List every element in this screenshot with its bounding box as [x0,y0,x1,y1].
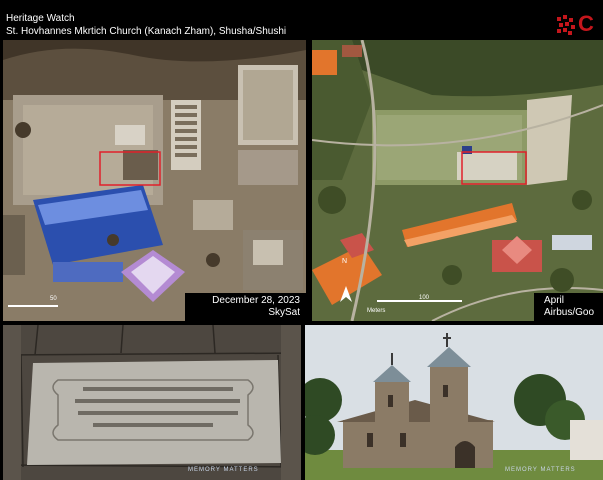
skysat-scene [3,40,306,321]
capture-date: December 28, 2023 [212,295,300,306]
header-bar: Heritage Watch St. Hovhannes Mkrtich Chu… [0,8,603,40]
satellite-image-airbus: N 100 Meters April Airbus/Goo [312,40,603,321]
brand-letter: C [578,14,594,36]
satellite-image-skysat: 50 December 28, 2023 SkySat [3,40,306,321]
header-subtitle: St. Hovhannes Mkrtich Church (Kanach Zha… [6,26,287,37]
image-caption-skysat: December 28, 2023 SkySat [185,293,306,321]
scale-label: 100 [419,295,430,301]
watermark-text: MEMORY MATTERS [188,467,259,473]
watermark-text: MEMORY MATTERS [505,467,576,473]
header-title: Heritage Watch [6,13,75,24]
image-source: SkySat [268,307,300,318]
scale-unit: Meters [367,308,386,314]
image-caption-airbus: April Airbus/Goo [534,293,603,321]
church-scene [305,325,603,480]
image-source: Airbus/Goo [544,307,595,318]
brand-logo: C [556,14,603,36]
north-label: N [342,258,348,265]
scale-label: 50 [50,296,57,302]
capture-date: April [544,295,565,306]
photo-church-exterior: MEMORY MATTERS [305,325,603,480]
photo-inscription-stone: MEMORY MATTERS [3,325,301,480]
airbus-scene [312,40,603,321]
inscription-scene [3,325,301,480]
brand-grid-icon [557,15,575,35]
